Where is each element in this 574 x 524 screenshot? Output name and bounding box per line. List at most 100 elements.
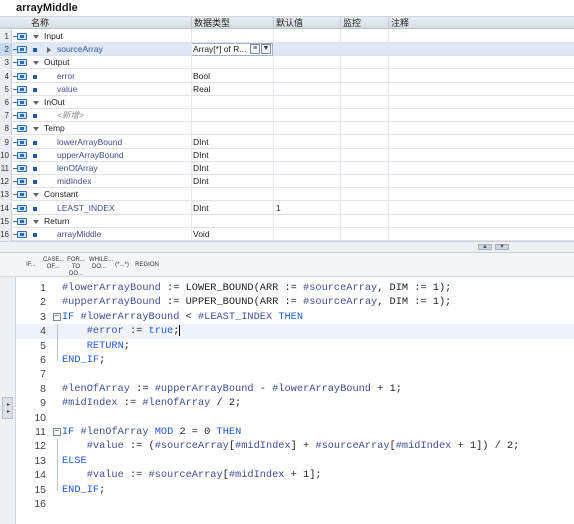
collapse-block-icon[interactable]: −	[53, 312, 61, 321]
variable-name[interactable]: <新增>	[57, 109, 84, 122]
expand-section-icon[interactable]	[33, 61, 39, 66]
row-number[interactable]: 4	[0, 69, 12, 83]
insert-region-button[interactable]: REGION	[134, 256, 160, 274]
variable-name[interactable]: upperArrayBound	[57, 149, 124, 162]
collapse-up-icon[interactable]: ▲	[478, 244, 492, 250]
table-row[interactable]: 4 error Bool	[0, 69, 574, 83]
code-line[interactable]: 12 #value := (#sourceArray[#midIndex] + …	[16, 439, 574, 454]
row-number[interactable]: 16	[0, 228, 12, 241]
variable-name[interactable]: lenOfArray	[57, 162, 98, 175]
table-row[interactable]: 12 midIndex DInt	[0, 175, 574, 189]
row-number[interactable]: 14	[0, 201, 12, 215]
datatype-value[interactable]: DInt	[193, 149, 209, 162]
code-line[interactable]: 14 #value := #sourceArray[#midIndex + 1]…	[16, 468, 574, 483]
variable-name[interactable]: midIndex	[57, 175, 92, 188]
column-header-datatype[interactable]: 数据类型	[191, 17, 273, 29]
expand-section-icon[interactable]	[33, 35, 39, 39]
default-value[interactable]: 1	[276, 202, 281, 215]
expand-array-icon[interactable]	[47, 47, 51, 54]
code-text[interactable]: END_IF;	[62, 353, 105, 367]
collapse-block-icon[interactable]: −	[53, 428, 61, 436]
row-number[interactable]: 13	[0, 188, 12, 202]
table-row[interactable]: 9 lowerArrayBound DInt	[0, 135, 574, 149]
code-text[interactable]: #value := #sourceArray[#midIndex + 1];	[62, 468, 322, 482]
expand-section-icon[interactable]	[33, 193, 39, 198]
code-text[interactable]: #midIndex := #lenOfArray / 2;	[62, 396, 241, 410]
insert-comment-button[interactable]: (*...*)	[111, 256, 133, 274]
code-line[interactable]: 15 END_IF;	[16, 482, 574, 497]
code-text[interactable]: #error := true;	[62, 324, 181, 338]
column-header-comment[interactable]: 注释	[388, 17, 574, 29]
code-line[interactable]: 6 END_IF;	[16, 353, 574, 367]
collapse-down-icon[interactable]: ▼	[495, 244, 509, 250]
section-name[interactable]: Output	[44, 56, 70, 69]
row-number[interactable]: 11	[0, 162, 12, 175]
column-header-default[interactable]: 默认值	[273, 17, 340, 29]
table-row[interactable]: 14 LEAST_INDEX DInt 1	[0, 201, 574, 215]
column-header-monitor[interactable]: 监控	[340, 17, 388, 29]
code-line[interactable]: 8 #lenOfArray := #upperArrayBound - #lowe…	[16, 382, 574, 396]
datatype-value[interactable]: DInt	[193, 175, 209, 188]
datatype-value[interactable]: Bool	[193, 70, 210, 83]
insert-if-button[interactable]: IF...	[20, 256, 42, 274]
code-text[interactable]: IF #lowerArrayBound < #LEAST_INDEX THEN	[62, 310, 303, 324]
pane-splitter[interactable]: ▲ ▼	[0, 241, 574, 253]
variable-name[interactable]: error	[57, 70, 75, 83]
datatype-value[interactable]: DInt	[193, 202, 209, 215]
row-number[interactable]: 2	[0, 43, 12, 57]
row-number[interactable]: 6	[0, 96, 12, 109]
code-line[interactable]: 3− IF #lowerArrayBound < #LEAST_INDEX THE…	[16, 310, 574, 324]
column-header-name[interactable]: 名称	[29, 17, 191, 29]
variable-name[interactable]: value	[57, 83, 77, 96]
code-text[interactable]: #upperArrayBound := UPPER_BOUND(ARR := #…	[62, 295, 451, 309]
table-row[interactable]: 2 sourceArray ≡ ▼ Array[*] of R...	[0, 43, 574, 57]
section-name[interactable]: Input	[44, 30, 63, 43]
section-name[interactable]: Temp	[44, 122, 65, 135]
table-row[interactable]: 16 arrayMiddle Void	[0, 228, 574, 241]
code-line[interactable]: 10	[16, 411, 574, 425]
code-line[interactable]: 4 #error := true;	[16, 324, 574, 339]
code-text[interactable]: #lowerArrayBound := LOWER_BOUND(ARR := #…	[62, 281, 451, 295]
insert-case-button[interactable]: CASE... OF...	[42, 256, 64, 274]
code-line[interactable]: 5 RETURN;	[16, 338, 574, 353]
table-row[interactable]: 1 Input	[0, 30, 574, 43]
row-number[interactable]: 9	[0, 135, 12, 149]
code-text[interactable]: IF #lenOfArray MOD 2 = 0 THEN	[62, 425, 241, 439]
side-panel-tab[interactable]: ▸▸	[2, 397, 13, 419]
row-number[interactable]: 10	[0, 148, 12, 162]
datatype-value[interactable]: Real	[193, 83, 210, 96]
expand-section-icon[interactable]	[33, 101, 39, 105]
scl-code-editor[interactable]: 1 #lowerArrayBound := LOWER_BOUND(ARR := …	[16, 277, 574, 524]
code-text[interactable]: ELSE	[62, 454, 87, 468]
row-number[interactable]: 12	[0, 175, 12, 189]
variable-name[interactable]: lowerArrayBound	[57, 136, 122, 149]
table-row[interactable]: 3 Output	[0, 56, 574, 70]
table-row[interactable]: 6 InOut	[0, 96, 574, 109]
code-line[interactable]: 11− IF #lenOfArray MOD 2 = 0 THEN	[16, 425, 574, 439]
expand-section-icon[interactable]	[33, 219, 39, 224]
datatype-value[interactable]: Array[*] of R...	[193, 43, 246, 56]
variable-name[interactable]: LEAST_INDEX	[57, 202, 115, 215]
table-row[interactable]: 5 value Real	[0, 82, 574, 96]
datatype-browse-icon[interactable]: ≡	[250, 44, 260, 55]
row-number[interactable]: 8	[0, 122, 12, 136]
table-row[interactable]: 7 <新增>	[0, 109, 574, 123]
datatype-value[interactable]: Void	[193, 228, 210, 241]
table-row[interactable]: 13 Constant	[0, 188, 574, 202]
code-line[interactable]: 16	[16, 497, 574, 511]
expand-section-icon[interactable]	[33, 127, 39, 132]
section-name[interactable]: Return	[44, 215, 70, 228]
table-row[interactable]: 8 Temp	[0, 122, 574, 136]
code-text[interactable]: #value := (#sourceArray[#midIndex] + #so…	[62, 439, 520, 453]
row-number[interactable]: 7	[0, 109, 12, 123]
datatype-value[interactable]: DInt	[193, 136, 209, 149]
code-text[interactable]: RETURN;	[62, 339, 130, 353]
code-line[interactable]: 9 #midIndex := #lenOfArray / 2;	[16, 396, 574, 410]
row-number[interactable]: 5	[0, 82, 12, 96]
table-row[interactable]: 10 upperArrayBound DInt	[0, 148, 574, 162]
variable-name[interactable]: sourceArray	[57, 43, 103, 56]
variable-name[interactable]: arrayMiddle	[57, 228, 101, 241]
datatype-value[interactable]: DInt	[193, 162, 209, 175]
insert-for-button[interactable]: FOR... TO DO...	[65, 256, 87, 277]
code-text[interactable]: #lenOfArray := #upperArrayBound - #lower…	[62, 382, 402, 396]
